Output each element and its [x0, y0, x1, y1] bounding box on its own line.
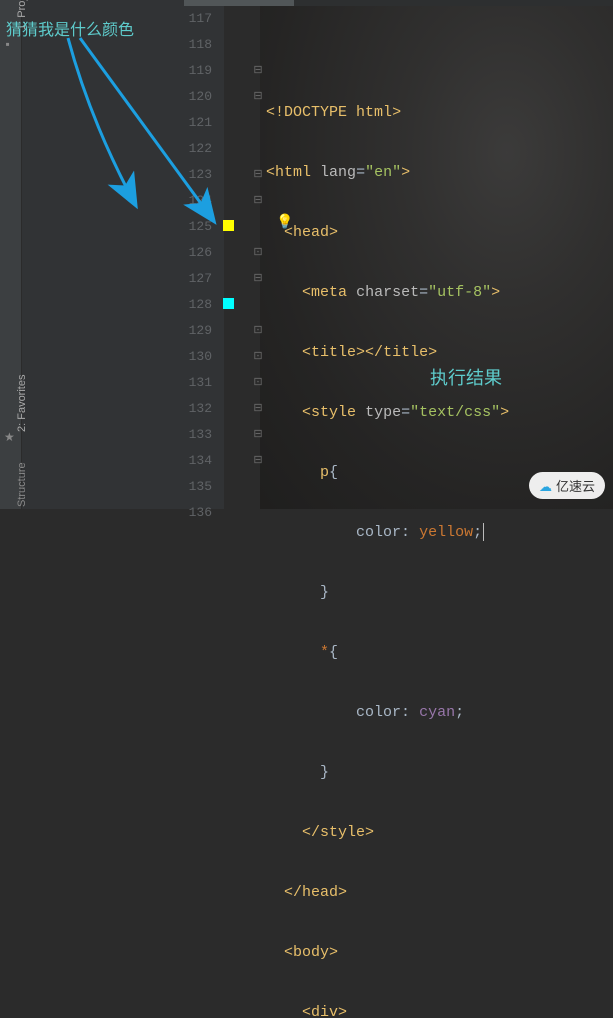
line-number[interactable]: 125	[186, 214, 216, 240]
code-line: <body>	[266, 940, 613, 966]
fold-toggle[interactable]: ⊟	[252, 58, 264, 84]
line-number[interactable]: 128	[186, 292, 216, 318]
fold-toggle[interactable]: ⊟	[252, 422, 264, 448]
code-line: color: cyan;	[266, 700, 613, 726]
line-number[interactable]: 136	[186, 500, 216, 526]
line-number-column: 117 118 119 120 121 122 123 124 125 126 …	[186, 6, 216, 526]
code-line: </style>	[266, 820, 613, 846]
code-line: </head>	[266, 880, 613, 906]
code-line: }	[266, 760, 613, 786]
intention-bulb-icon[interactable]: 💡	[276, 214, 288, 230]
fold-toggle[interactable]: ⊟	[252, 162, 264, 188]
code-line: <meta charset="utf-8">	[266, 280, 613, 306]
line-number[interactable]: 135	[186, 474, 216, 500]
color-swatch-cyan[interactable]	[223, 298, 234, 309]
line-number[interactable]: 134	[186, 448, 216, 474]
fold-column: ⊟ ⊟ ⊟ ⊟ ⊡ ⊟ ⊡ ⊡ ⊡ ⊟ ⊟ ⊟	[252, 6, 264, 526]
line-number[interactable]: 130	[186, 344, 216, 370]
line-number[interactable]: 119	[186, 58, 216, 84]
star-icon: ★	[4, 430, 15, 445]
favorites-tool-button[interactable]: 2: Favorites	[16, 375, 28, 432]
line-number[interactable]: 132	[186, 396, 216, 422]
fold-toggle[interactable]: ⊟	[252, 84, 264, 110]
code-editor[interactable]: <!DOCTYPE html> <html lang="en"> <head> …	[266, 6, 613, 1018]
line-number[interactable]: 121	[186, 110, 216, 136]
fold-toggle[interactable]: ⊟	[252, 188, 264, 214]
fold-end[interactable]: ⊡	[252, 240, 264, 266]
annotation-guess-color: 猜猜我是什么颜色	[6, 16, 134, 40]
fold-end[interactable]: ⊡	[252, 370, 264, 396]
line-number[interactable]: 123	[186, 162, 216, 188]
code-line: <title></title>	[266, 340, 613, 366]
line-number[interactable]: 131	[186, 370, 216, 396]
fold-end[interactable]: ⊡	[252, 318, 264, 344]
code-line: <style type="text/css">	[266, 400, 613, 426]
code-line: <div>	[266, 1000, 613, 1018]
color-swatch-yellow[interactable]	[223, 220, 234, 231]
code-line: <!DOCTYPE html>	[266, 100, 613, 126]
line-number[interactable]: 133	[186, 422, 216, 448]
code-line	[266, 40, 613, 66]
line-number[interactable]: 118	[186, 32, 216, 58]
line-number[interactable]: 126	[186, 240, 216, 266]
line-number[interactable]: 129	[186, 318, 216, 344]
left-panel-bg	[22, 0, 184, 509]
code-line: <html lang="en">	[266, 160, 613, 186]
folder-icon: ▪	[4, 38, 11, 52]
code-line: color: yellow;	[266, 520, 613, 546]
watermark-logo: ☁亿速云	[529, 472, 605, 499]
fold-end[interactable]: ⊡	[252, 344, 264, 370]
line-number[interactable]: 122	[186, 136, 216, 162]
code-line: *{	[266, 640, 613, 666]
code-line: <head>	[266, 220, 613, 246]
fold-toggle[interactable]: ⊟	[252, 266, 264, 292]
fold-toggle[interactable]: ⊟	[252, 396, 264, 422]
fold-toggle[interactable]: ⊟	[252, 448, 264, 474]
structure-tool-button[interactable]: Structure	[16, 462, 28, 507]
line-number[interactable]: 124	[186, 188, 216, 214]
tool-window-bar: 1: Proj ▪ 2: Favorites ★ Structure	[0, 0, 22, 509]
code-line: }	[266, 580, 613, 606]
cloud-icon: ☁	[539, 479, 552, 494]
line-number[interactable]: 120	[186, 84, 216, 110]
line-number[interactable]: 117	[186, 6, 216, 32]
text-cursor	[483, 523, 484, 541]
line-number[interactable]: 127	[186, 266, 216, 292]
annotation-result: 执行结果	[430, 364, 502, 390]
